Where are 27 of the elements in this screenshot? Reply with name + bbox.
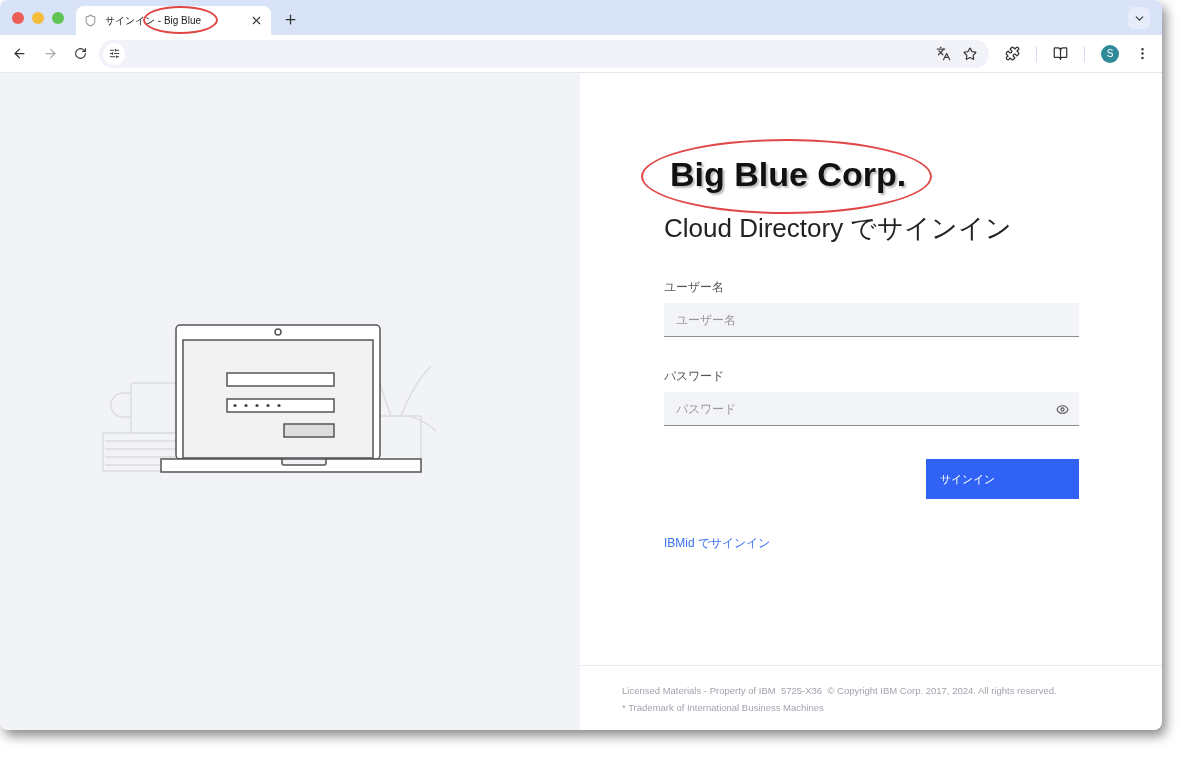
tab-title: サインイン - Big Blue <box>105 14 202 28</box>
footer-text: * Trademark of International Business Machines <box>622 701 825 716</box>
profile-avatar[interactable]: S <box>1101 44 1119 63</box>
shield-icon <box>84 14 97 27</box>
back-icon[interactable] <box>12 46 27 61</box>
close-window-icon[interactable] <box>12 11 24 24</box>
extensions-icon[interactable] <box>1005 46 1020 61</box>
new-tab-icon[interactable] <box>283 12 298 27</box>
show-password-icon[interactable] <box>1056 403 1069 416</box>
field-label: パスワード <box>664 369 725 383</box>
field-label: ユーザー名 <box>664 280 725 294</box>
translate-icon[interactable] <box>936 46 951 61</box>
browser-tab[interactable]: サインイン - Big Blue <box>76 6 271 35</box>
sliders-icon <box>108 48 120 59</box>
username-field[interactable]: ユーザー名 <box>664 303 1079 337</box>
sign-in-heading: Cloud Directory でサインイン <box>664 212 1014 245</box>
bookmark-star-icon[interactable] <box>963 46 977 61</box>
close-tab-icon[interactable] <box>250 14 263 27</box>
password-field[interactable]: パスワード <box>664 392 1079 426</box>
reading-mode-icon[interactable] <box>1053 46 1068 61</box>
footer-text: Licensed Materials - Property of IBM 5725-X36 © Copyright IBM Corp. 2017, 2024. All rights reserved. <box>622 684 1058 698</box>
site-settings-button[interactable] <box>103 42 125 65</box>
tab-list-button[interactable] <box>1128 7 1150 29</box>
sign-in-button[interactable]: サインイン <box>926 459 1079 499</box>
company-logo: Big Blue Corp. <box>670 157 908 191</box>
ibmid-sign-in-link[interactable]: IBMid でサインイン <box>664 534 770 552</box>
reload-icon[interactable] <box>74 47 87 60</box>
